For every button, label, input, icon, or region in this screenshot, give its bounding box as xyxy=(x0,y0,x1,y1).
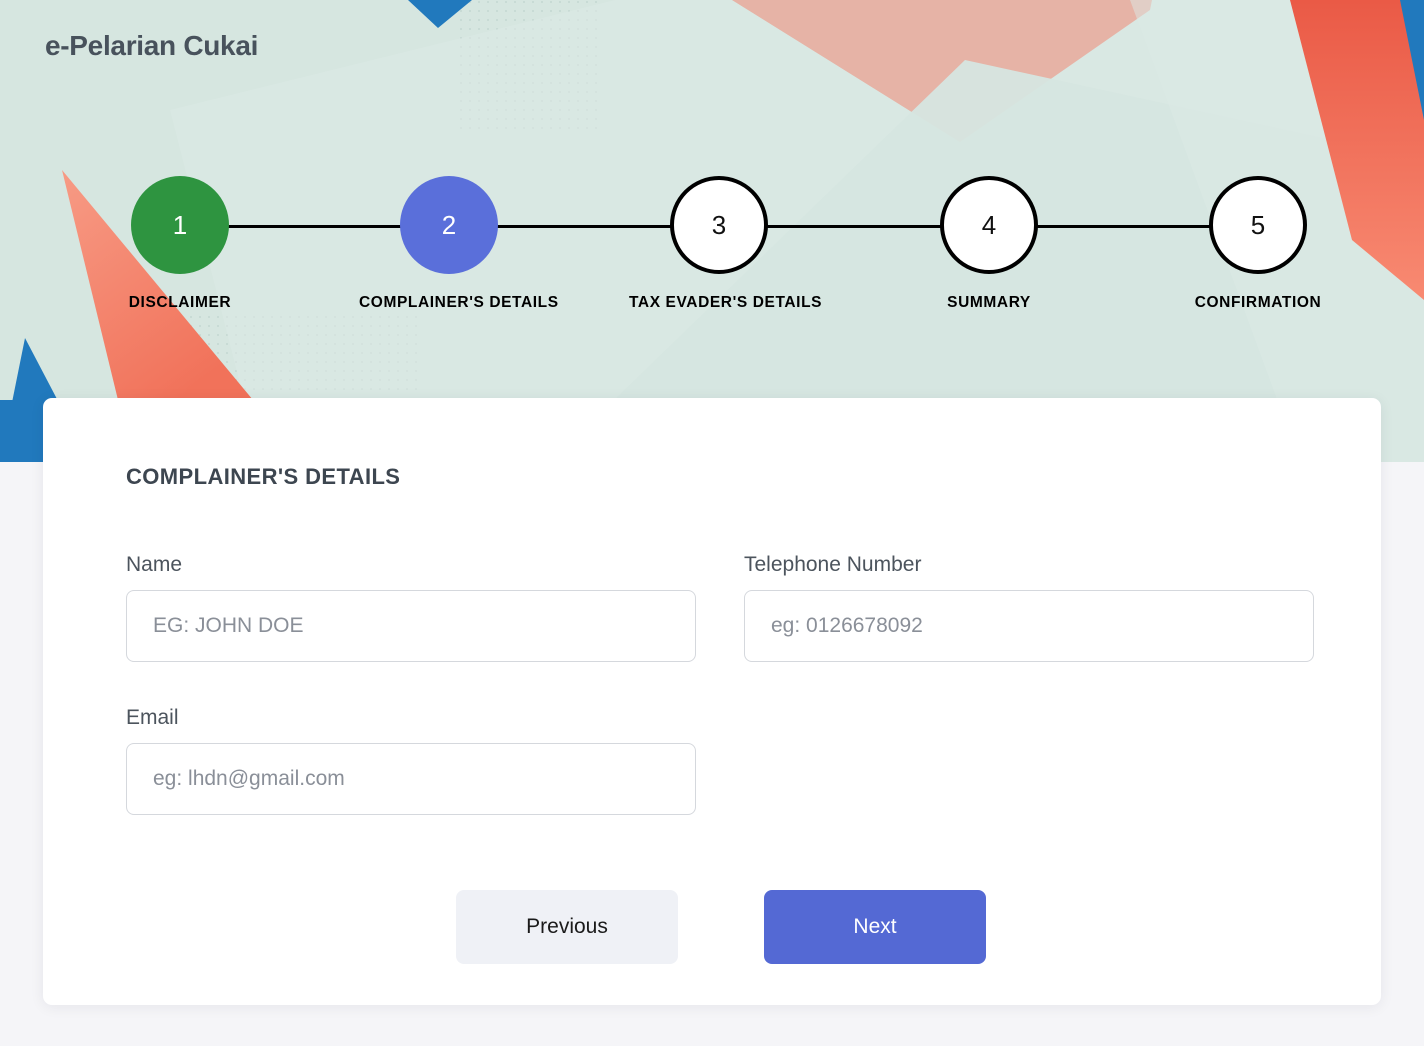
telephone-label: Telephone Number xyxy=(744,553,922,576)
step-number-2: 2 xyxy=(441,209,457,240)
complainers-details-card: COMPLAINER'S DETAILS Name Telephone Numb… xyxy=(43,398,1381,1005)
step-label-5: CONFIRMATION xyxy=(1194,294,1322,311)
step-number-1: 1 xyxy=(172,209,188,240)
step-circle-2[interactable]: 2 xyxy=(400,176,498,274)
step-label-1: DISCLAIMER xyxy=(128,294,232,311)
step-number-5: 5 xyxy=(1250,209,1266,240)
step-number-4: 4 xyxy=(981,209,997,240)
step-label-3: TAX EVADER'S DETAILS xyxy=(629,294,823,311)
step-circle-5[interactable]: 5 xyxy=(1209,176,1307,274)
progress-stepper: 1 DISCLAIMER 2 COMPLAINER'S DETAILS 3 TA… xyxy=(0,170,1424,330)
field-name: Name xyxy=(126,553,696,662)
page-title: e-Pelarian Cukai xyxy=(45,30,259,61)
step-circle-3[interactable]: 3 xyxy=(670,176,768,274)
email-input[interactable] xyxy=(126,743,696,815)
previous-button[interactable]: Previous xyxy=(456,890,678,964)
step-label-4: SUMMARY xyxy=(947,294,1031,311)
step-circle-1[interactable]: 1 xyxy=(131,176,229,274)
stepper-step-disclaimer[interactable]: 1 DISCLAIMER xyxy=(90,170,270,312)
stepper-step-complainers-details[interactable]: 2 COMPLAINER'S DETAILS xyxy=(359,170,559,312)
step-label-2: COMPLAINER'S DETAILS xyxy=(359,294,559,311)
step-number-3: 3 xyxy=(711,209,727,240)
field-telephone: Telephone Number xyxy=(744,553,1314,662)
name-input[interactable] xyxy=(126,590,696,662)
field-email: Email xyxy=(126,706,696,815)
name-label: Name xyxy=(126,553,183,576)
telephone-input[interactable] xyxy=(744,590,1314,662)
email-label: Email xyxy=(126,706,179,729)
card-heading: COMPLAINER'S DETAILS xyxy=(126,464,401,489)
step-circle-4[interactable]: 4 xyxy=(940,176,1038,274)
stepper-step-tax-evaders-details[interactable]: 3 TAX EVADER'S DETAILS xyxy=(629,170,823,312)
stepper-step-summary[interactable]: 4 SUMMARY xyxy=(899,170,1079,312)
next-button[interactable]: Next xyxy=(764,890,986,964)
stepper-step-confirmation[interactable]: 5 CONFIRMATION xyxy=(1168,170,1348,312)
